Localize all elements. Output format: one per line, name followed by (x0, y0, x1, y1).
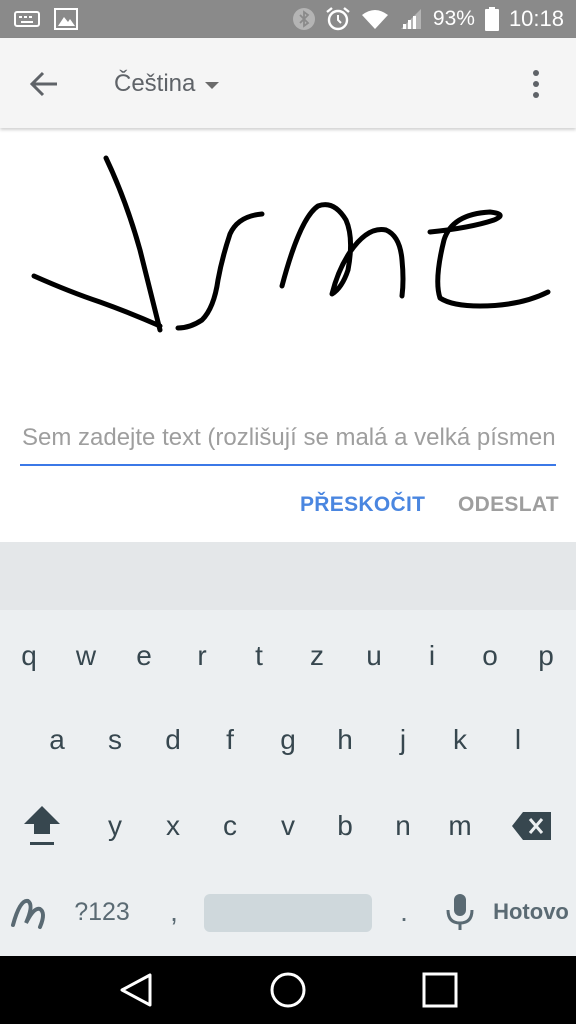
suggestion-strip (0, 542, 576, 610)
nav-back-icon (120, 973, 152, 1007)
language-dropdown[interactable]: Čeština (114, 64, 220, 104)
symbols-key[interactable]: ?123 (62, 872, 142, 952)
voice-input-key[interactable] (432, 872, 488, 952)
backspace-key[interactable] (504, 786, 560, 866)
skip-button[interactable]: PŘESKOČIT (290, 484, 435, 526)
key-letter[interactable]: k (432, 700, 488, 780)
ink-stroke (103, 155, 163, 333)
key-letter[interactable]: n (375, 786, 431, 866)
key-letter[interactable]: f (202, 700, 258, 780)
key-letter[interactable]: l (490, 700, 546, 780)
nav-recents-button[interactable] (410, 966, 470, 1014)
ink-stroke (279, 202, 406, 299)
nav-home-icon (270, 972, 306, 1008)
nav-home-button[interactable] (258, 966, 318, 1014)
more-options-button[interactable] (514, 62, 558, 106)
space-key[interactable] (204, 894, 372, 932)
microphone-icon (446, 894, 474, 930)
key-letter[interactable]: h (317, 700, 373, 780)
backspace-icon (512, 812, 551, 840)
back-button[interactable] (22, 62, 66, 106)
status-left (14, 8, 78, 30)
key-letter[interactable]: m (432, 786, 488, 866)
key-letter[interactable]: g (260, 700, 316, 780)
bluetooth-icon (292, 8, 315, 30)
shift-key[interactable] (14, 786, 70, 866)
comma-key[interactable]: , (146, 872, 202, 952)
key-letter[interactable]: y (87, 786, 143, 866)
clock: 10:18 (508, 6, 564, 31)
back-arrow-icon (29, 71, 57, 97)
keyboard: q w e r t z u i o p a s d f g h j k l y … (0, 610, 576, 956)
wifi-icon (361, 10, 388, 29)
key-letter[interactable]: c (202, 786, 258, 866)
navigation-bar (0, 956, 576, 1024)
ink-stroke (427, 209, 551, 309)
key-letter[interactable]: o (462, 616, 518, 696)
alarm-icon (326, 7, 350, 31)
dropdown-caret-icon (205, 82, 220, 89)
key-letter[interactable]: r (174, 616, 230, 696)
app-bar: Čeština (0, 38, 576, 128)
key-letter[interactable]: q (1, 616, 57, 696)
key-letter[interactable]: w (58, 616, 114, 696)
handwriting-icon (11, 898, 45, 929)
handwriting-text-input[interactable] (20, 418, 556, 466)
key-letter[interactable]: e (116, 616, 172, 696)
language-label: Čeština (114, 70, 196, 97)
key-letter[interactable]: p (518, 616, 574, 696)
key-letter[interactable]: j (375, 700, 431, 780)
handwriting-mode-key[interactable] (2, 872, 58, 952)
keyboard-icon (14, 11, 40, 27)
period-key[interactable]: . (376, 872, 432, 952)
nav-back-button[interactable] (106, 966, 166, 1014)
status-right: 93% 10:18 (292, 0, 564, 38)
handwriting-canvas[interactable] (0, 130, 576, 390)
key-letter[interactable]: t (231, 616, 287, 696)
status-bar: 93% 10:18 (0, 0, 576, 38)
battery-icon (484, 7, 499, 31)
key-letter[interactable]: u (346, 616, 402, 696)
key-letter[interactable]: a (29, 700, 85, 780)
battery-percent: 93% (432, 7, 475, 30)
shift-icon (24, 806, 60, 845)
key-letter[interactable]: d (145, 700, 201, 780)
ink-stroke (31, 273, 163, 329)
key-letter[interactable]: z (289, 616, 345, 696)
more-vert-icon (533, 70, 539, 76)
key-letter[interactable]: x (145, 786, 201, 866)
nav-recents-icon (422, 972, 458, 1008)
key-letter[interactable]: b (317, 786, 373, 866)
key-letter[interactable]: s (87, 700, 143, 780)
send-button[interactable]: ODESLAT (448, 484, 569, 526)
image-icon (54, 8, 78, 30)
done-key[interactable]: Hotovo (486, 872, 576, 952)
signal-icon (400, 9, 421, 29)
key-letter[interactable]: i (404, 616, 460, 696)
ink-stroke (175, 211, 265, 331)
key-letter[interactable]: v (260, 786, 316, 866)
